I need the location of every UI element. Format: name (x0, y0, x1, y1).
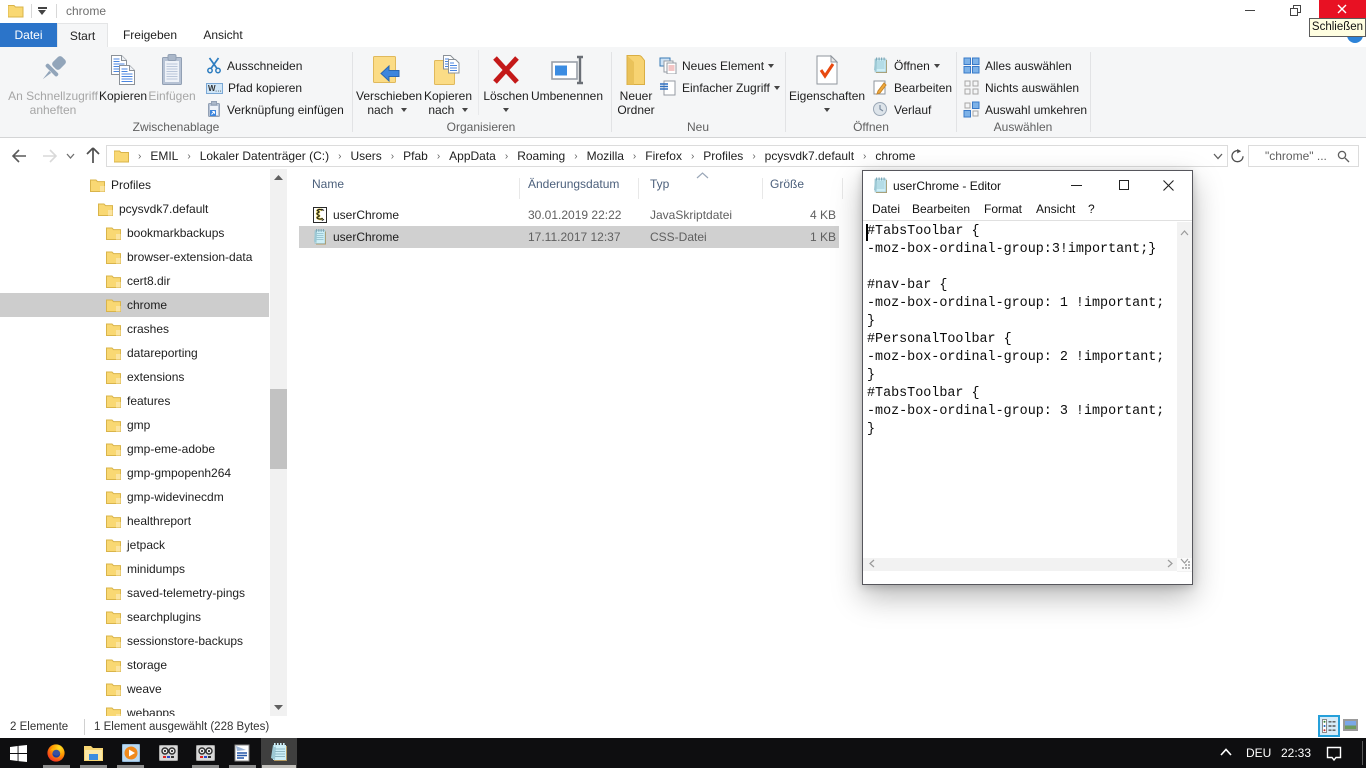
svg-text:...: ... (215, 84, 222, 93)
